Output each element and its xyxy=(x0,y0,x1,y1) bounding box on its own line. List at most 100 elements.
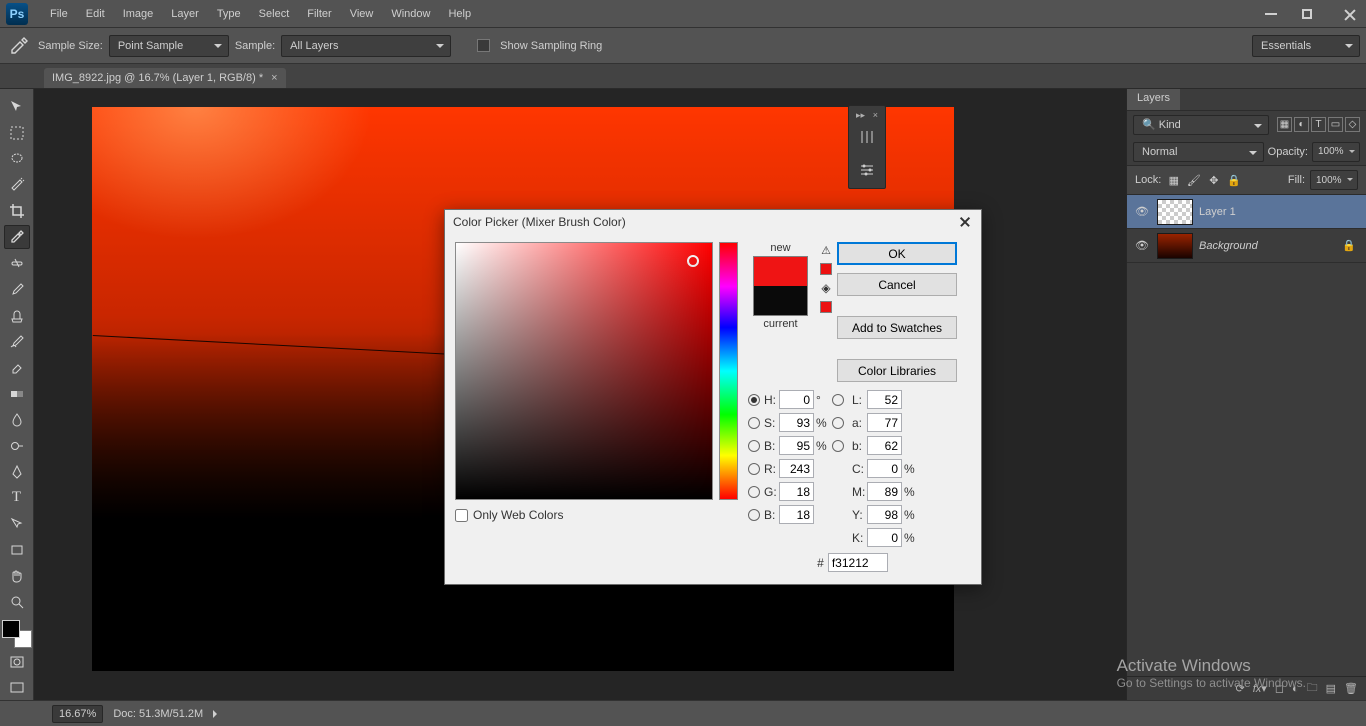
maximize-button[interactable] xyxy=(1290,4,1324,24)
screenmode-icon[interactable] xyxy=(4,676,30,700)
document-tab[interactable]: IMG_8922.jpg @ 16.7% (Layer 1, RGB/8) * … xyxy=(44,68,286,88)
clone-stamp-tool-icon[interactable] xyxy=(4,304,30,328)
layer-mask-icon[interactable]: ◻ xyxy=(1275,682,1284,695)
workspace-dropdown[interactable]: Essentials xyxy=(1252,35,1360,57)
menu-select[interactable]: Select xyxy=(250,4,299,24)
menu-view[interactable]: View xyxy=(341,4,383,24)
only-web-colors[interactable]: Only Web Colors xyxy=(455,508,738,522)
layer-name-label[interactable]: Background xyxy=(1199,240,1258,252)
fill-input[interactable]: 100% xyxy=(1310,170,1358,190)
radio-s[interactable] xyxy=(748,417,760,429)
color-swatches[interactable] xyxy=(2,620,32,648)
menu-layer[interactable]: Layer xyxy=(162,4,208,24)
color-marker[interactable] xyxy=(687,255,699,267)
bri-input[interactable] xyxy=(779,436,814,455)
lasso-tool-icon[interactable] xyxy=(4,147,30,171)
new-layer-icon[interactable]: ▤ xyxy=(1326,682,1336,695)
menu-help[interactable]: Help xyxy=(439,4,480,24)
link-layers-icon[interactable]: ⟳ xyxy=(1236,682,1245,695)
only-web-colors-checkbox[interactable] xyxy=(455,509,468,522)
filter-shape-icon[interactable]: ▭ xyxy=(1328,117,1343,132)
radio-bl[interactable] xyxy=(748,509,760,521)
lock-pos-icon[interactable]: ✥ xyxy=(1206,173,1221,188)
foreground-color-swatch[interactable] xyxy=(2,620,20,638)
sample-dropdown[interactable]: All Layers xyxy=(281,35,451,57)
lock-image-icon[interactable]: 🖌 xyxy=(1186,173,1201,188)
marquee-tool-icon[interactable] xyxy=(4,121,30,145)
y-input[interactable] xyxy=(867,505,902,524)
hue-slider[interactable] xyxy=(719,242,738,500)
eraser-tool-icon[interactable] xyxy=(4,356,30,380)
lab-b-input[interactable] xyxy=(867,436,902,455)
radio-b[interactable] xyxy=(748,440,760,452)
layer-name-label[interactable]: Layer 1 xyxy=(1199,206,1236,218)
m-input[interactable] xyxy=(867,482,902,501)
hex-input[interactable] xyxy=(828,553,888,572)
gradient-tool-icon[interactable] xyxy=(4,382,30,406)
menu-type[interactable]: Type xyxy=(208,4,250,24)
canvas-area[interactable]: Color Picker (Mixer Brush Color) Only We… xyxy=(34,89,1126,700)
filter-adjust-icon[interactable]: ◐ xyxy=(1294,117,1309,132)
r-input[interactable] xyxy=(779,459,814,478)
close-tab-icon[interactable]: × xyxy=(271,72,277,84)
blur-tool-icon[interactable] xyxy=(4,408,30,432)
layer-thumbnail[interactable] xyxy=(1157,199,1193,225)
quickmask-icon[interactable] xyxy=(4,650,30,674)
add-to-swatches-button[interactable]: Add to Swatches xyxy=(837,316,957,339)
brush-tool-icon[interactable] xyxy=(4,277,30,301)
dialog-close-button[interactable] xyxy=(957,214,973,230)
eyedropper-tool-icon[interactable] xyxy=(6,33,32,59)
eyedropper-tool[interactable] xyxy=(4,225,30,249)
close-window-button[interactable] xyxy=(1326,4,1360,24)
layers-tab[interactable]: Layers xyxy=(1127,89,1180,110)
layer-thumbnail[interactable] xyxy=(1157,233,1193,259)
crop-tool-icon[interactable] xyxy=(4,199,30,223)
k-input[interactable] xyxy=(867,528,902,547)
sat-brightness-field[interactable] xyxy=(455,242,713,500)
healing-brush-tool-icon[interactable] xyxy=(4,251,30,275)
collapsed-dock[interactable]: ▸▸× xyxy=(848,105,886,189)
magic-wand-tool-icon[interactable] xyxy=(4,173,30,197)
move-tool-icon[interactable] xyxy=(4,95,30,119)
h-input[interactable] xyxy=(779,390,814,409)
radio-h[interactable] xyxy=(748,394,760,406)
radio-r[interactable] xyxy=(748,463,760,475)
group-icon[interactable]: 🗀 xyxy=(1307,679,1318,698)
visibility-icon[interactable]: 👁 xyxy=(1133,239,1151,252)
delete-layer-icon[interactable]: 🗑 xyxy=(1344,682,1358,695)
filter-kind-dropdown[interactable]: 🔍 Kind xyxy=(1133,115,1269,135)
radio-l[interactable] xyxy=(832,394,844,406)
filter-smart-icon[interactable]: ◇ xyxy=(1345,117,1360,132)
ok-button[interactable]: OK xyxy=(837,242,957,265)
adjustment-layer-icon[interactable]: ◐ xyxy=(1292,683,1299,695)
path-select-tool-icon[interactable] xyxy=(4,512,30,536)
minimize-button[interactable] xyxy=(1254,4,1288,24)
hand-tool-icon[interactable] xyxy=(4,564,30,588)
brush-settings-panel-icon[interactable] xyxy=(852,155,882,185)
a-input[interactable] xyxy=(867,413,902,432)
websafe-swatch[interactable] xyxy=(820,301,832,313)
layer-row[interactable]: 👁 Layer 1 xyxy=(1127,195,1366,229)
shape-tool-icon[interactable] xyxy=(4,538,30,562)
c-input[interactable] xyxy=(867,459,902,478)
pen-tool-icon[interactable] xyxy=(4,460,30,484)
lock-trans-icon[interactable]: ▦ xyxy=(1166,173,1181,188)
color-compare-swatch[interactable] xyxy=(753,256,808,316)
status-flyout-icon[interactable] xyxy=(213,710,221,718)
menu-file[interactable]: File xyxy=(41,4,77,24)
s-input[interactable] xyxy=(779,413,814,432)
show-sampling-ring-checkbox[interactable] xyxy=(477,39,490,52)
radio-g[interactable] xyxy=(748,486,760,498)
menu-window[interactable]: Window xyxy=(382,4,439,24)
g-input[interactable] xyxy=(779,482,814,501)
menu-edit[interactable]: Edit xyxy=(77,4,114,24)
blue-input[interactable] xyxy=(779,505,814,524)
layer-fx-icon[interactable]: fx▾ xyxy=(1253,682,1267,695)
cancel-button[interactable]: Cancel xyxy=(837,273,957,296)
radio-lab-b[interactable] xyxy=(832,440,844,452)
layer-filter-icons[interactable]: ▦ ◐ T ▭ ◇ xyxy=(1277,117,1360,132)
menu-filter[interactable]: Filter xyxy=(298,4,340,24)
lock-all-icon[interactable]: 🔒 xyxy=(1226,173,1241,188)
opacity-input[interactable]: 100% xyxy=(1312,142,1360,162)
color-libraries-button[interactable]: Color Libraries xyxy=(837,359,957,382)
